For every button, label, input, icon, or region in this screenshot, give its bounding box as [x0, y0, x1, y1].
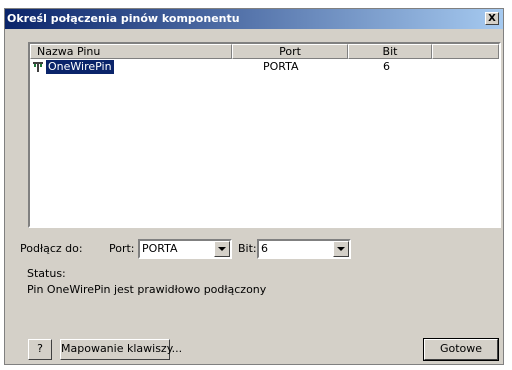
column-header-bit[interactable]: Bit [348, 44, 432, 59]
connect-to-label: Podłącz do: [20, 242, 83, 255]
pin-icon [33, 62, 43, 72]
list-header: Nazwa Pinu Port Bit [30, 44, 499, 59]
status-message: Pin OneWirePin jest prawidłowo podłączon… [27, 283, 267, 296]
key-mapping-button[interactable]: Mapowanie klawiszy... [60, 339, 182, 360]
chevron-down-icon [337, 247, 345, 251]
pin-list[interactable]: Nazwa Pinu Port Bit OneWirePin PORTA 6 [28, 42, 501, 228]
chevron-down-icon [218, 247, 226, 251]
table-row[interactable]: OneWirePin PORTA 6 [30, 60, 499, 75]
bit-select[interactable]: 6 [257, 239, 351, 259]
port-select[interactable]: PORTA [138, 239, 232, 259]
help-button[interactable]: ? [28, 339, 52, 360]
port-select-value: PORTA [142, 242, 178, 255]
close-icon: X [488, 13, 496, 24]
column-header-empty [432, 44, 499, 59]
done-button[interactable]: Gotowe [423, 338, 499, 361]
row-port: PORTA [263, 60, 299, 73]
title-bar: Określ połączenia pinów komponentu X [5, 9, 503, 29]
column-header-port[interactable]: Port [232, 44, 348, 59]
bit-select-value: 6 [261, 242, 268, 255]
bit-label: Bit: [238, 242, 257, 255]
column-header-pin-name[interactable]: Nazwa Pinu [30, 44, 232, 59]
port-label: Port: [109, 242, 135, 255]
row-pin-name: OneWirePin [46, 60, 114, 74]
row-bit: 6 [383, 60, 390, 73]
pin-connections-dialog: Określ połączenia pinów komponentu X Naz… [4, 8, 504, 365]
dialog-title: Określ połączenia pinów komponentu [7, 12, 240, 25]
port-dropdown-button[interactable] [214, 241, 230, 257]
bit-dropdown-button[interactable] [333, 241, 349, 257]
close-button[interactable]: X [485, 12, 499, 25]
status-label: Status: [27, 267, 66, 280]
